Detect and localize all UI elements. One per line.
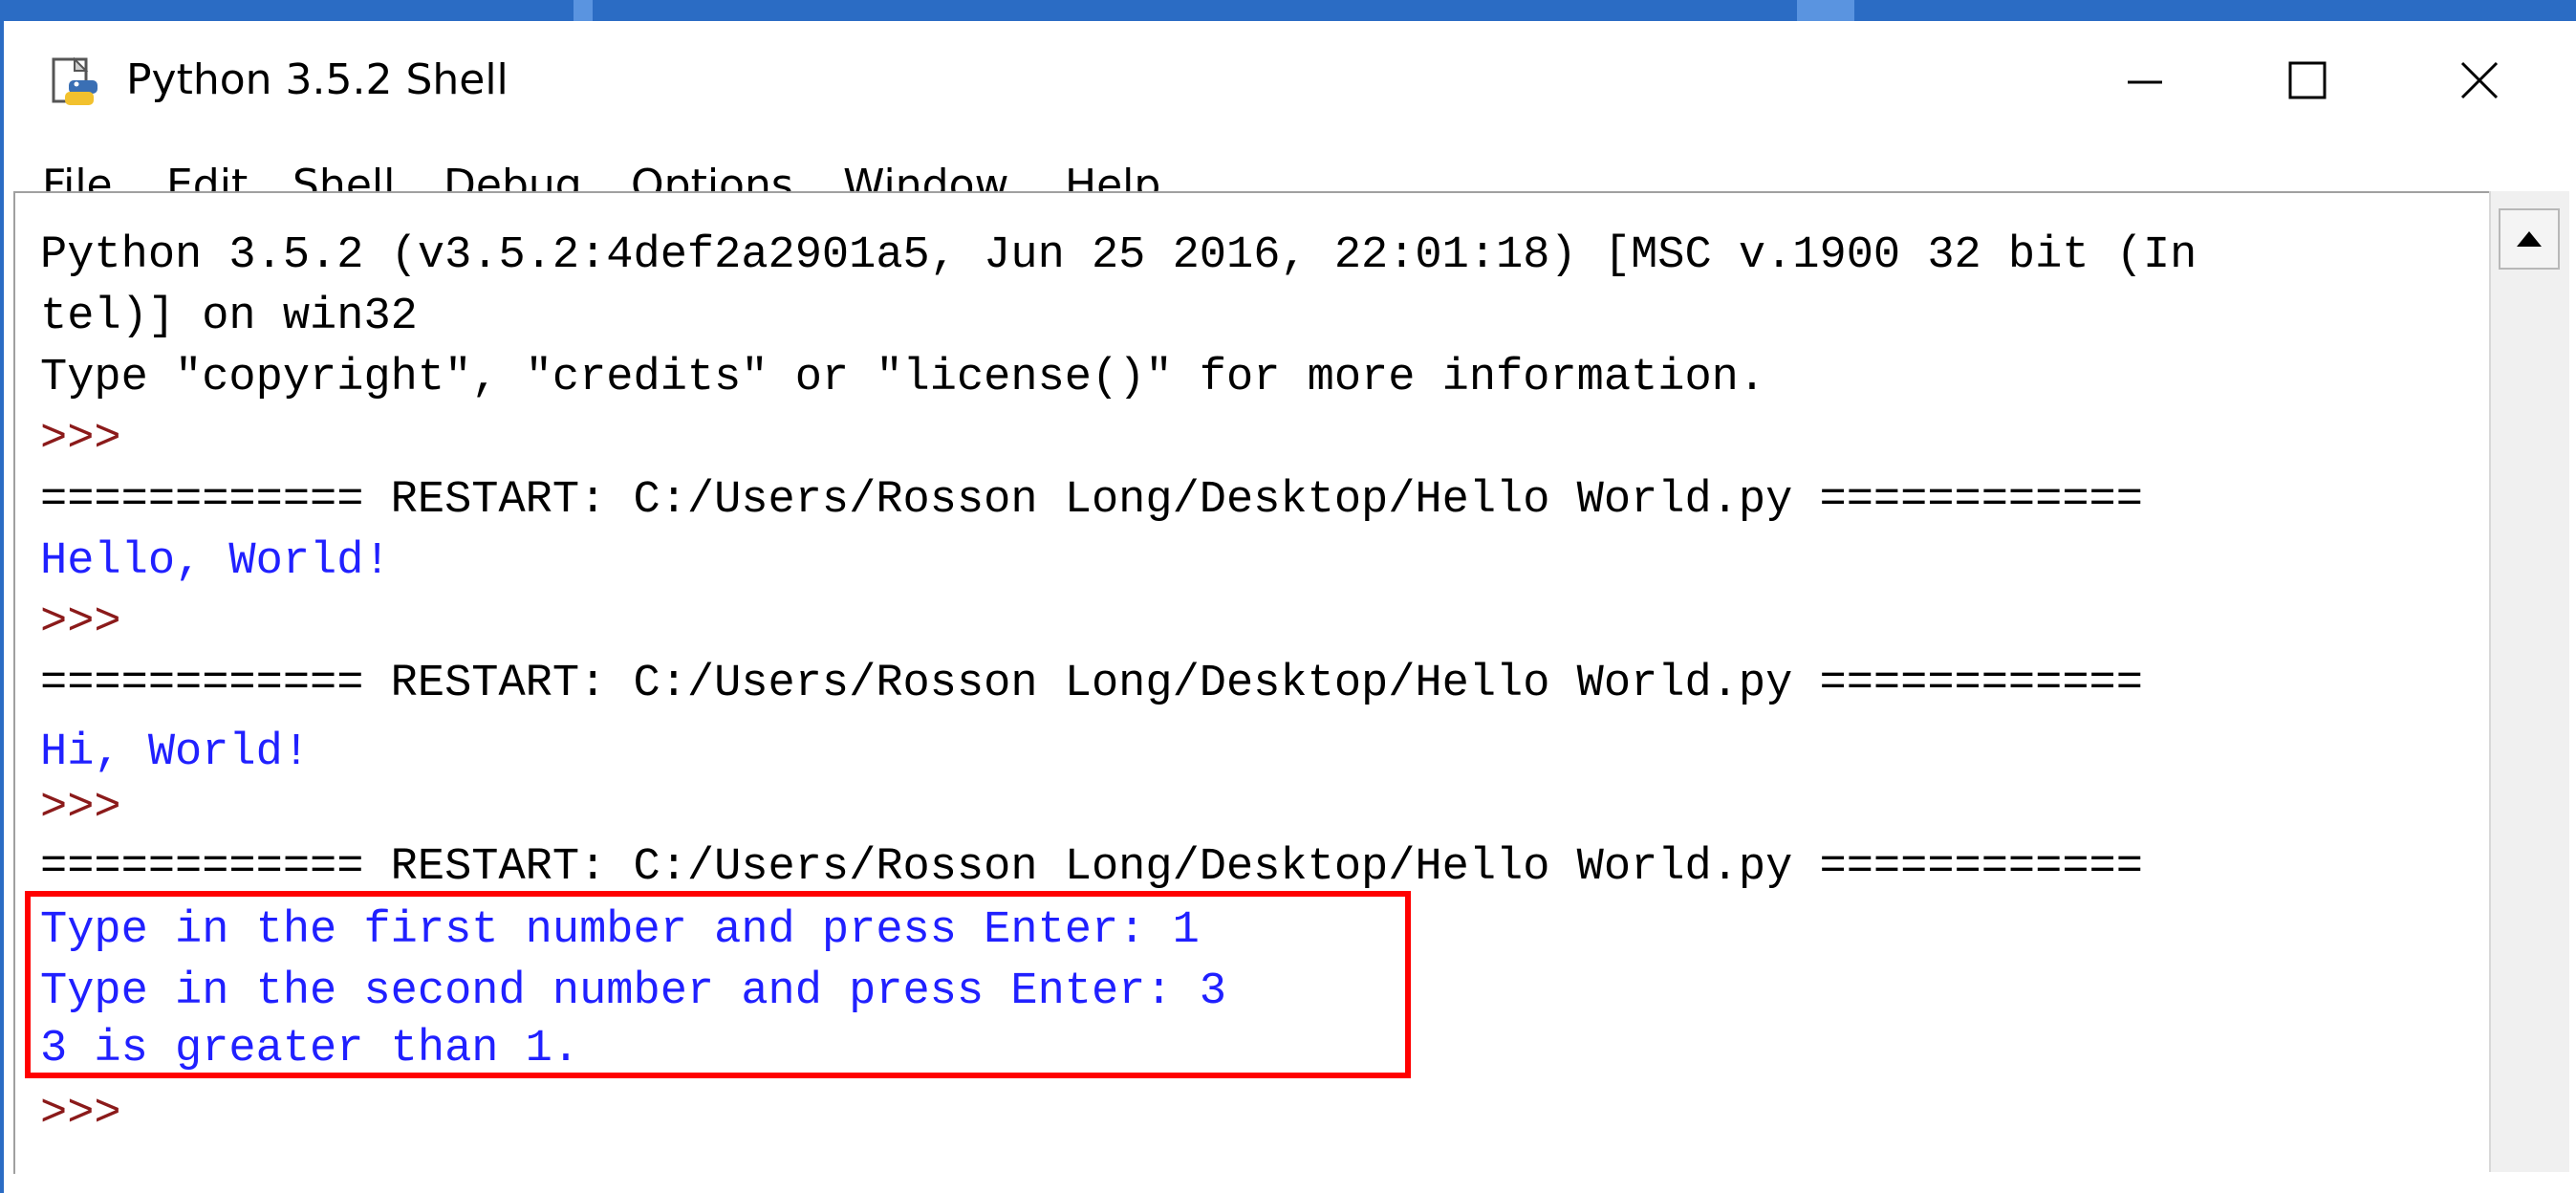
shell-text-area[interactable]: Python 3.5.2 (v3.5.2:4def2a2901a5, Jun 2…	[13, 191, 2489, 1174]
shell-prompt: >>>	[40, 783, 148, 834]
vertical-scrollbar[interactable]	[2489, 191, 2569, 1172]
shell-restart-line: ============ RESTART: C:/Users/Rosson Lo…	[40, 842, 2143, 893]
minimize-button[interactable]	[2088, 42, 2202, 119]
shell-restart-line: ============ RESTART: C:/Users/Rosson Lo…	[40, 659, 2143, 709]
shell-line: Type "copyright", "credits" or "license(…	[40, 353, 1766, 403]
shell-prompt: >>>	[40, 597, 148, 648]
shell-prompt: >>>	[40, 1089, 148, 1139]
shell-restart-line: ============ RESTART: C:/Users/Rosson Lo…	[40, 475, 2143, 526]
triangle-up-icon	[2517, 231, 2542, 247]
maximize-icon	[2288, 61, 2327, 99]
scroll-up-button[interactable]	[2499, 208, 2560, 270]
close-icon	[2460, 61, 2499, 99]
highlight-box	[25, 891, 1411, 1078]
title-bar[interactable]: Python 3.5.2 Shell	[4, 21, 2576, 136]
strip-highlight	[574, 0, 593, 23]
shell-output-line: Hello, World!	[40, 536, 391, 587]
shell-prompt: >>>	[40, 414, 148, 465]
minimize-icon	[2128, 80, 2162, 84]
window-title: Python 3.5.2 Shell	[126, 55, 509, 104]
shell-output-line: Hi, World!	[40, 727, 311, 778]
maximize-button[interactable]	[2250, 42, 2365, 119]
close-button[interactable]	[2422, 42, 2537, 119]
python-idle-icon	[52, 56, 97, 105]
shell-line: tel)] on win32	[40, 292, 418, 342]
strip-highlight	[1797, 0, 1854, 23]
shell-line: Python 3.5.2 (v3.5.2:4def2a2901a5, Jun 2…	[40, 230, 2197, 281]
desktop-top-strip	[0, 0, 2576, 23]
